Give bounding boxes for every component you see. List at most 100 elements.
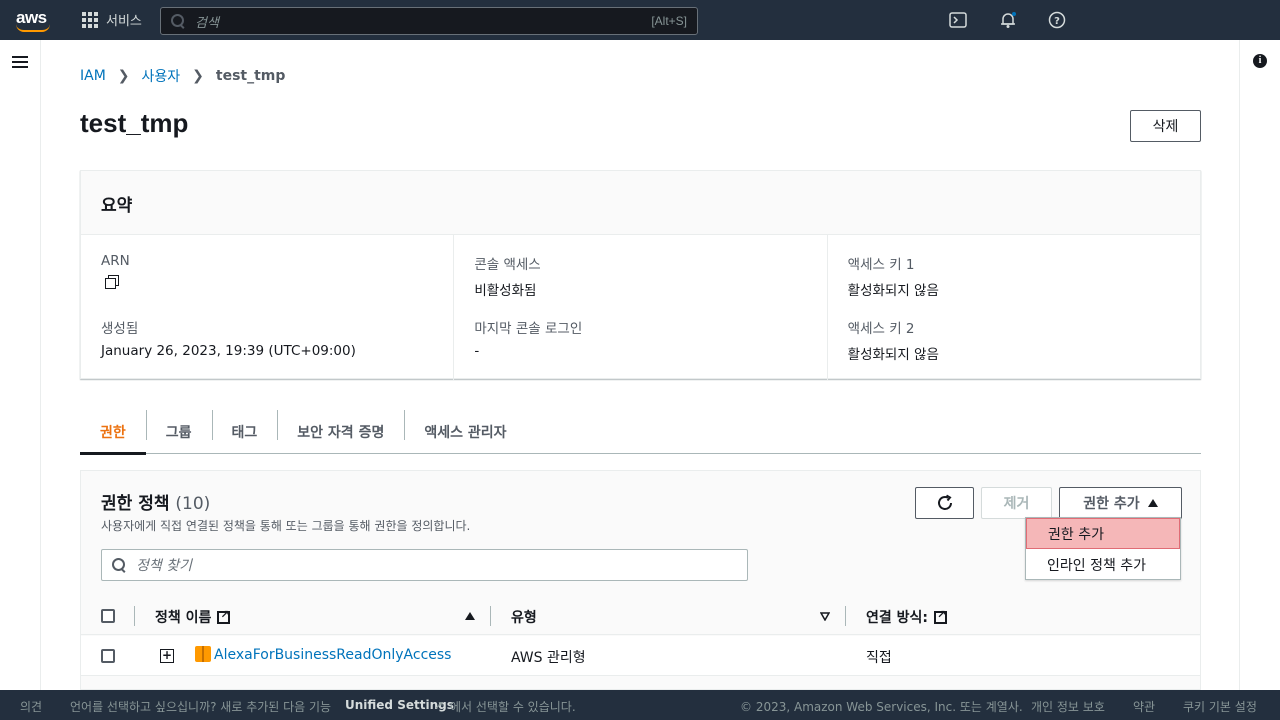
language-prompt: 언어를 선택하고 싶으십니까? 새로 추가된 다음 기능 xyxy=(70,700,332,714)
cloudshell-icon[interactable] xyxy=(949,11,967,29)
add-permissions-button[interactable]: 권한 추가 xyxy=(1059,487,1182,519)
arn-label: ARN xyxy=(101,253,130,269)
policy-search-placeholder: 정책 찾기 xyxy=(136,558,192,574)
footer: 의견 언어를 선택하고 싶으십니까? 새로 추가된 다음 기능 Unified … xyxy=(0,690,1280,720)
permissions-title: 권한 정책 (10) xyxy=(101,489,210,514)
top-navigation: aws 서비스 검색 [Alt+S] ? xyxy=(0,0,1280,40)
column-attached-via[interactable]: 연결 방식: xyxy=(866,607,947,627)
column-type[interactable]: 유형 xyxy=(511,607,537,627)
row-checkbox[interactable] xyxy=(101,649,115,663)
terms-link[interactable]: 약관 xyxy=(1133,698,1155,715)
global-search-placeholder: 검색 xyxy=(195,15,219,31)
services-label: 서비스 xyxy=(106,14,142,29)
tab-security-credentials[interactable]: 보안 자격 증명 xyxy=(277,410,404,454)
external-link-icon xyxy=(934,608,947,624)
tab-groups[interactable]: 그룹 xyxy=(145,410,212,454)
services-menu-button[interactable]: 서비스 xyxy=(82,10,142,29)
table-row: + AlexaForBusinessReadOnlyAccess AWS 관리형… xyxy=(81,636,1200,676)
expand-plus-icon[interactable]: + xyxy=(160,649,174,663)
column-type-label: 유형 xyxy=(511,610,537,626)
aws-managed-policy-icon xyxy=(195,646,211,662)
info-icon[interactable]: i xyxy=(1253,54,1267,68)
dropdown-item-add-inline-policy[interactable]: 인라인 정책 추가 xyxy=(1026,549,1180,580)
policy-table-header: 정책 이름 유형 연결 방식: xyxy=(81,597,1200,635)
column-divider xyxy=(134,606,135,626)
aws-smile-icon xyxy=(16,24,50,32)
copyright: © 2023, Amazon Web Services, Inc. 또는 계열사… xyxy=(740,700,1023,714)
access-key2-value: 활성화되지 않음 xyxy=(847,347,939,363)
access-key2-field: 액세스 키 2 활성화되지 않음 xyxy=(848,317,1180,363)
breadcrumb: IAM ❯ 사용자 ❯ test_tmp xyxy=(80,66,285,86)
permissions-title-text: 권한 정책 xyxy=(101,494,170,514)
summary-column-1: ARN 생성됨 January 26, 2023, 19:39 (UTC+09:… xyxy=(81,235,453,380)
chevron-right-icon: ❯ xyxy=(192,68,204,84)
summary-columns: ARN 생성됨 January 26, 2023, 19:39 (UTC+09:… xyxy=(81,235,1200,380)
policy-search-input[interactable]: 정책 찾기 xyxy=(101,549,748,581)
detail-tabs: 권한 그룹 태그 보안 자격 증명 액세스 관리자 xyxy=(80,410,1201,455)
add-permissions-dropdown: 권한 추가 인라인 정책 추가 xyxy=(1025,517,1181,580)
console-access-field: 콘솔 액세스 비활성화됨 xyxy=(474,253,806,299)
feedback-link[interactable]: 의견 xyxy=(20,698,42,715)
policy-name-link[interactable]: AlexaForBusinessReadOnlyAccess xyxy=(214,647,451,663)
refresh-button[interactable] xyxy=(915,487,974,519)
menu-hamburger-icon[interactable] xyxy=(12,56,28,68)
created-field: 생성됨 January 26, 2023, 19:39 (UTC+09:00) xyxy=(101,317,433,363)
created-value: January 26, 2023, 19:39 (UTC+09:00) xyxy=(101,343,356,359)
cookie-preferences-link[interactable]: 쿠키 기본 설정 xyxy=(1183,698,1257,715)
tab-tags[interactable]: 태그 xyxy=(211,410,278,454)
caret-up-icon xyxy=(1147,499,1158,507)
summary-column-3: 액세스 키 1 활성화되지 않음 액세스 키 2 활성화되지 않음 xyxy=(826,235,1200,380)
access-key1-field: 액세스 키 1 활성화되지 않음 xyxy=(848,253,1180,299)
summary-column-2: 콘솔 액세스 비활성화됨 마지막 콘솔 로그인 - xyxy=(453,235,826,380)
arn-field: ARN xyxy=(101,253,433,299)
language-prompt-end: 에서 선택할 수 있습니다. xyxy=(450,700,576,714)
summary-title: 요약 xyxy=(81,171,1200,235)
search-icon xyxy=(171,14,185,28)
created-label: 생성됨 xyxy=(101,321,139,337)
permissions-count: (10) xyxy=(175,494,211,514)
tab-permissions[interactable]: 권한 xyxy=(80,410,146,455)
column-policy-name-label: 정책 이름 xyxy=(155,610,212,626)
column-policy-name[interactable]: 정책 이름 xyxy=(155,607,231,627)
summary-panel: 요약 ARN 생성됨 January 26, 2023, 19:39 (UTC+… xyxy=(80,170,1201,380)
policy-type: AWS 관리형 xyxy=(511,650,586,666)
breadcrumb-iam-link[interactable]: IAM xyxy=(80,68,106,84)
breadcrumb-users-link[interactable]: 사용자 xyxy=(142,66,181,86)
services-grid-icon xyxy=(82,11,98,28)
privacy-link[interactable]: 개인 정보 보호 xyxy=(1031,698,1105,715)
dropdown-item-add-permissions[interactable]: 권한 추가 xyxy=(1026,518,1180,549)
permissions-description: 사용자에게 직접 연결된 정책을 통해 또는 그룹을 통해 권한을 정의합니다. xyxy=(101,519,471,533)
delete-button[interactable]: 삭제 xyxy=(1130,110,1201,142)
page-title: test_tmp xyxy=(80,108,189,138)
left-navigation-rail xyxy=(0,40,41,690)
select-all-checkbox[interactable] xyxy=(101,609,115,623)
search-shortcut: [Alt+S] xyxy=(651,14,687,28)
column-attached-via-label: 연결 방식: xyxy=(866,610,928,626)
access-key1-label: 액세스 키 1 xyxy=(847,257,915,273)
sort-ascending-icon[interactable] xyxy=(465,612,475,620)
refresh-icon xyxy=(937,494,952,510)
copy-icon[interactable] xyxy=(105,275,119,289)
column-divider xyxy=(490,606,491,626)
external-link-icon: ↗ xyxy=(434,698,445,712)
help-icon[interactable]: ? xyxy=(1048,11,1066,29)
policy-attached-via: 직접 xyxy=(866,650,892,666)
external-link-icon xyxy=(217,608,231,624)
breadcrumb-current: test_tmp xyxy=(215,68,286,84)
notifications-bell-icon[interactable] xyxy=(999,11,1017,29)
sort-descending-icon[interactable] xyxy=(820,612,830,621)
access-key1-value: 활성화되지 않음 xyxy=(847,283,939,299)
add-permissions-label: 권한 추가 xyxy=(1083,496,1140,512)
tab-access-advisor[interactable]: 액세스 관리자 xyxy=(404,410,526,454)
last-console-login-field: 마지막 콘솔 로그인 - xyxy=(474,317,806,363)
aws-logo[interactable]: aws xyxy=(16,8,50,32)
right-tools-rail: i xyxy=(1239,40,1280,690)
column-divider xyxy=(845,606,846,626)
permissions-policies-panel: 권한 정책 (10) 사용자에게 직접 연결된 정책을 통해 또는 그룹을 통해… xyxy=(80,470,1201,690)
remove-button[interactable]: 제거 xyxy=(981,487,1052,519)
global-search-input[interactable]: 검색 [Alt+S] xyxy=(160,7,698,35)
console-access-label: 콘솔 액세스 xyxy=(474,257,541,273)
search-icon xyxy=(112,558,126,572)
console-access-value: 비활성화됨 xyxy=(474,283,537,299)
svg-text:?: ? xyxy=(1054,16,1060,27)
